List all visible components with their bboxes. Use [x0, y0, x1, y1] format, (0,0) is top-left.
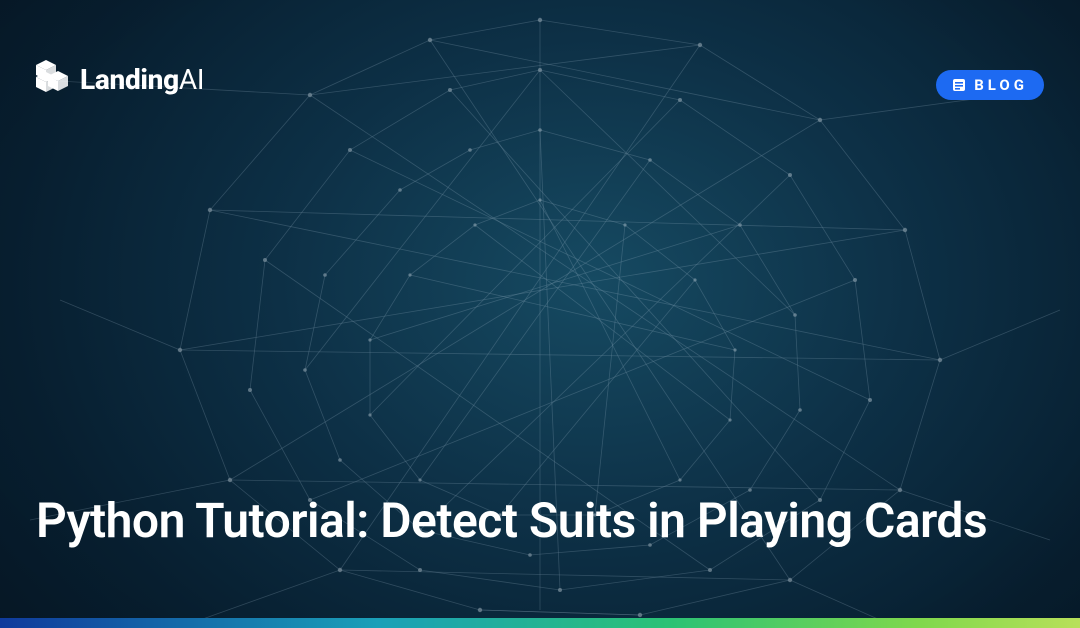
brand-logo-text: LandingAI [80, 63, 204, 96]
category-badge[interactable]: BLOG [936, 70, 1044, 100]
accent-gradient-bar [0, 618, 1080, 628]
brand-name-light: AI [179, 63, 204, 96]
blog-icon [952, 78, 966, 92]
brand-logo-icon [36, 60, 70, 98]
hero-title: Python Tutorial: Detect Suits in Playing… [36, 493, 1020, 550]
category-badge-label: BLOG [974, 76, 1028, 94]
brand-name-bold: Landing [80, 63, 179, 96]
brand-logo: LandingAI [36, 60, 204, 98]
